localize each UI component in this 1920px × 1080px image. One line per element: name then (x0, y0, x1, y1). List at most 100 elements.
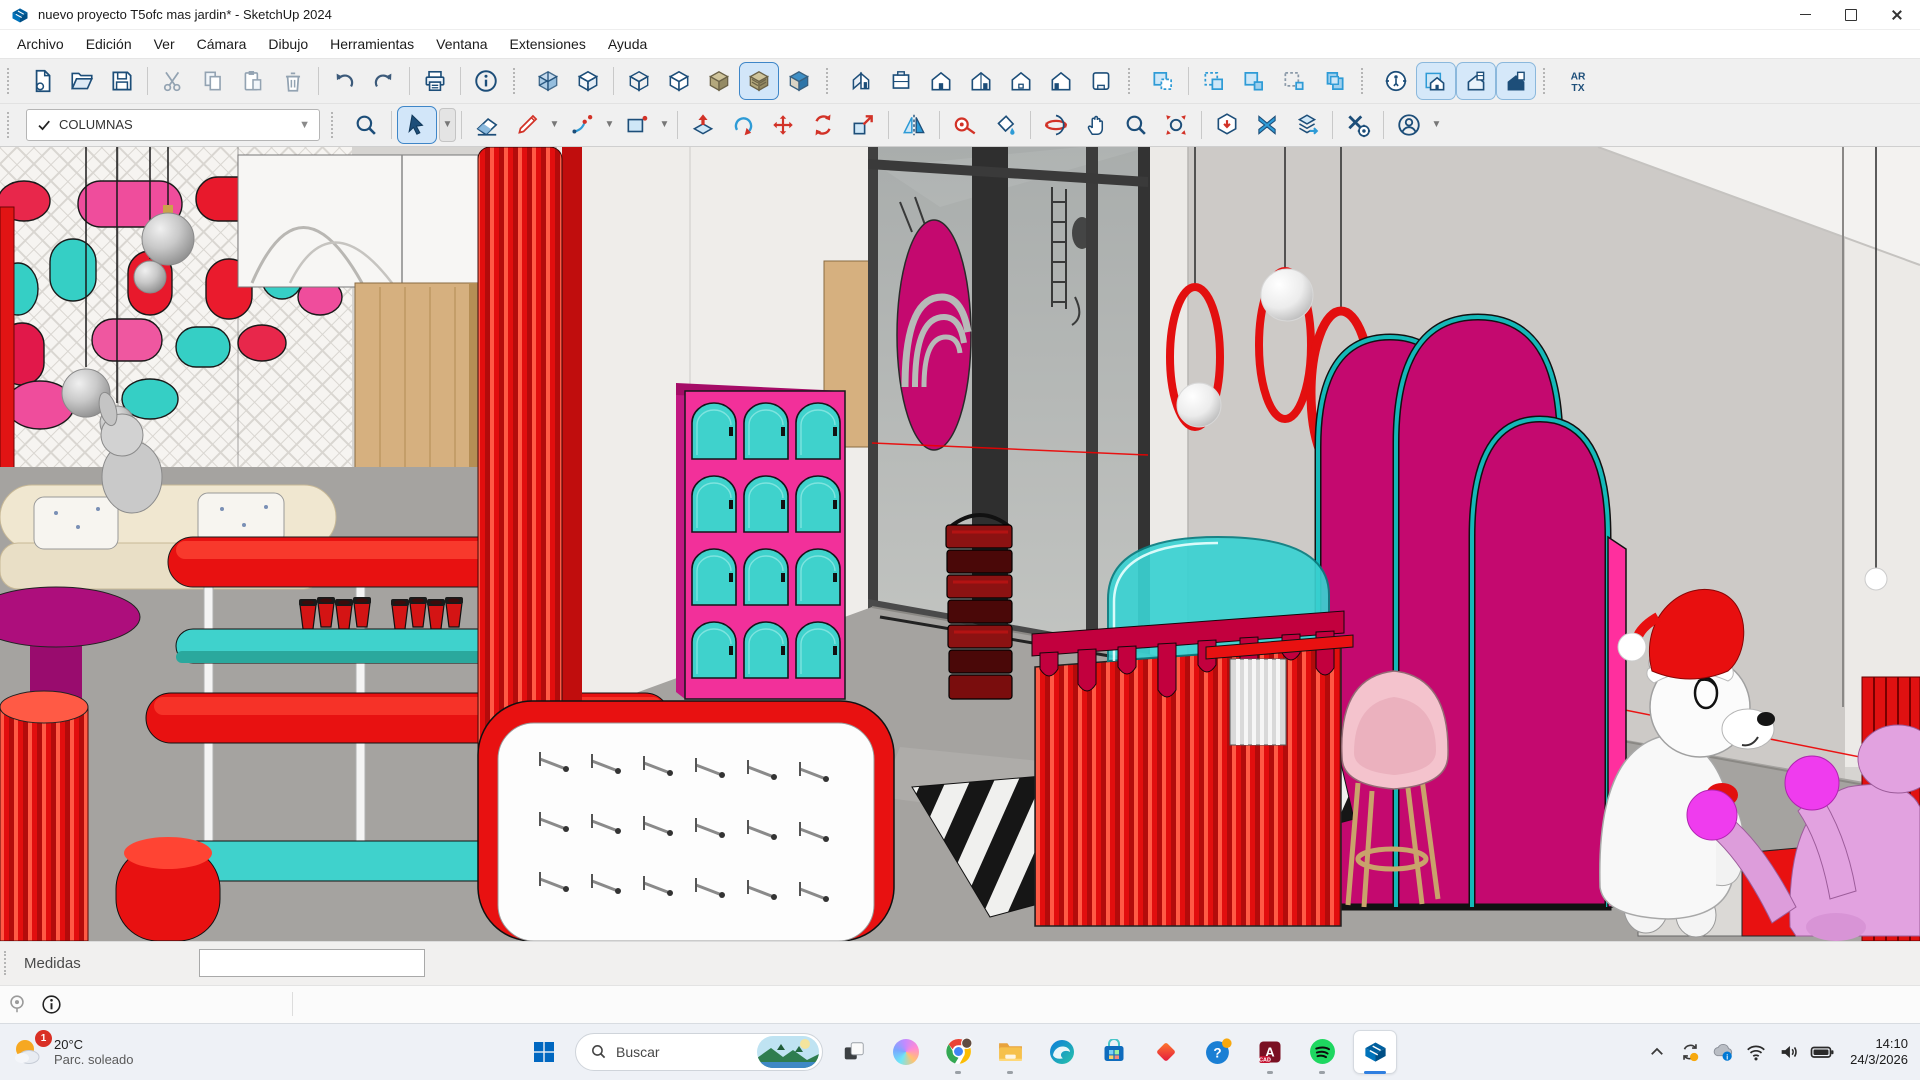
taskbar-search[interactable]: Buscar (575, 1033, 823, 1071)
copy-button[interactable] (193, 62, 233, 100)
rectangle-tool-dropdown[interactable]: ▼ (657, 108, 672, 142)
menu-extensiones[interactable]: Extensiones (499, 30, 597, 58)
tape-measure-tool-button[interactable] (945, 106, 985, 144)
new-file-button[interactable] (22, 62, 62, 100)
squares-tool-5-button[interactable] (1314, 62, 1354, 100)
menu-ayuda[interactable]: Ayuda (597, 30, 658, 58)
menu-dibujo[interactable]: Dibujo (257, 30, 319, 58)
autocad-taskbar-button[interactable]: ACAD (1249, 1031, 1291, 1073)
shaded-button[interactable] (699, 62, 739, 100)
scale-tool-button[interactable] (843, 106, 883, 144)
camera-walk-tool-button[interactable] (1376, 62, 1416, 100)
cut-button[interactable] (153, 62, 193, 100)
overlay-toggle-1-button[interactable] (1416, 62, 1456, 100)
close-button[interactable] (1874, 0, 1920, 29)
overlay-toggle-2-button[interactable] (1456, 62, 1496, 100)
toolbar-drag-handle[interactable] (1361, 68, 1371, 94)
drag-handle[interactable] (4, 951, 14, 975)
viewport[interactable] (0, 147, 1920, 941)
arc-tool-dropdown[interactable]: ▼ (602, 108, 617, 142)
red-diamond-app-taskbar-button[interactable] (1145, 1031, 1187, 1073)
chrome-taskbar-button[interactable] (937, 1031, 979, 1073)
eraser-tool-button[interactable] (467, 106, 507, 144)
windows-update-button[interactable] (1677, 1039, 1703, 1065)
paint-bucket-tool-button[interactable] (985, 106, 1025, 144)
undo-button[interactable] (324, 62, 364, 100)
3d-warehouse-button[interactable] (1207, 106, 1247, 144)
front-view-button[interactable] (921, 62, 961, 100)
extension-manager-button[interactable] (1338, 106, 1378, 144)
sketchup-taskbar-button[interactable] (1353, 1030, 1397, 1074)
account-dropdown[interactable]: ▼ (1429, 108, 1444, 142)
toolbar-drag-handle[interactable] (7, 112, 17, 138)
onedrive-button[interactable]: i (1710, 1039, 1736, 1065)
open-file-button[interactable] (62, 62, 102, 100)
select-tool-dropdown[interactable]: ▼ (439, 108, 456, 142)
taskbar-clock[interactable]: 14:10 24/3/2026 (1850, 1036, 1908, 1068)
wifi-button[interactable] (1743, 1039, 1769, 1065)
shaded-with-textures-button[interactable] (739, 62, 779, 100)
menu-camara[interactable]: Cámara (186, 30, 258, 58)
back-edges-button[interactable] (568, 62, 608, 100)
task-view-taskbar-button[interactable] (833, 1031, 875, 1073)
squares-tool-3-button[interactable] (1234, 62, 1274, 100)
hidden-line-button[interactable] (659, 62, 699, 100)
search-commands-button[interactable] (346, 106, 386, 144)
toolbar-drag-handle[interactable] (331, 112, 341, 138)
paste-button[interactable] (233, 62, 273, 100)
line-tool-button[interactable] (507, 106, 547, 144)
arc-tool-button[interactable] (562, 106, 602, 144)
monochrome-button[interactable] (779, 62, 819, 100)
toolbar-drag-handle[interactable] (826, 68, 836, 94)
menu-archivo[interactable]: Archivo (6, 30, 75, 58)
rotate-tool-button[interactable] (803, 106, 843, 144)
overlay-toggle-3-button[interactable] (1496, 62, 1536, 100)
menu-edicion[interactable]: Edición (75, 30, 143, 58)
bottom-view-button[interactable] (1081, 62, 1121, 100)
extension-warehouse-button[interactable] (1247, 106, 1287, 144)
select-tool-button[interactable] (397, 106, 437, 144)
file-explorer-taskbar-button[interactable] (989, 1031, 1031, 1073)
print-button[interactable] (415, 62, 455, 100)
delete-button[interactable] (273, 62, 313, 100)
save-file-button[interactable] (102, 62, 142, 100)
redo-button[interactable] (364, 62, 404, 100)
toolbar-drag-handle[interactable] (1128, 68, 1138, 94)
zoom-tool-button[interactable] (1116, 106, 1156, 144)
get-help-app-taskbar-button[interactable]: ? (1197, 1031, 1239, 1073)
line-tool-dropdown[interactable]: ▼ (547, 108, 562, 142)
toolbar-drag-handle[interactable] (1543, 68, 1553, 94)
tag-dropdown[interactable]: COLUMNAS ▼ (26, 109, 320, 141)
menu-herramientas[interactable]: Herramientas (319, 30, 425, 58)
top-view-button[interactable] (881, 62, 921, 100)
push-pull-tool-button[interactable] (683, 106, 723, 144)
back-view-button[interactable] (1001, 62, 1041, 100)
microsoft-store-taskbar-button[interactable] (1093, 1031, 1135, 1073)
menu-ver[interactable]: Ver (143, 30, 186, 58)
credits-info-button[interactable] (34, 989, 68, 1019)
toolbar-drag-handle[interactable] (513, 68, 523, 94)
move-tool-button[interactable] (763, 106, 803, 144)
menu-ventana[interactable]: Ventana (425, 30, 498, 58)
follow-me-tool-button[interactable] (723, 106, 763, 144)
squares-tool-4-button[interactable] (1274, 62, 1314, 100)
right-view-button[interactable] (961, 62, 1001, 100)
squares-tool-2-button[interactable] (1194, 62, 1234, 100)
iso-view-button[interactable] (841, 62, 881, 100)
spotify-taskbar-button[interactable] (1301, 1031, 1343, 1073)
volume-button[interactable] (1776, 1039, 1802, 1065)
artx-plugin-button[interactable]: ARTX (1558, 62, 1598, 100)
minimize-button[interactable] (1782, 0, 1828, 29)
copilot-taskbar-button[interactable] (885, 1031, 927, 1073)
toolbar-drag-handle[interactable] (7, 68, 17, 94)
flip-tool-button[interactable] (894, 106, 934, 144)
share-model-button[interactable] (1287, 106, 1327, 144)
search-daily-image[interactable] (757, 1036, 819, 1068)
wireframe-button[interactable] (619, 62, 659, 100)
account-button[interactable] (1389, 106, 1429, 144)
battery-button[interactable] (1809, 1039, 1835, 1065)
xray-mode-button[interactable] (528, 62, 568, 100)
weather-widget[interactable]: 1 (10, 1034, 46, 1070)
start-taskbar-button[interactable] (523, 1031, 565, 1073)
rectangle-tool-button[interactable] (617, 106, 657, 144)
